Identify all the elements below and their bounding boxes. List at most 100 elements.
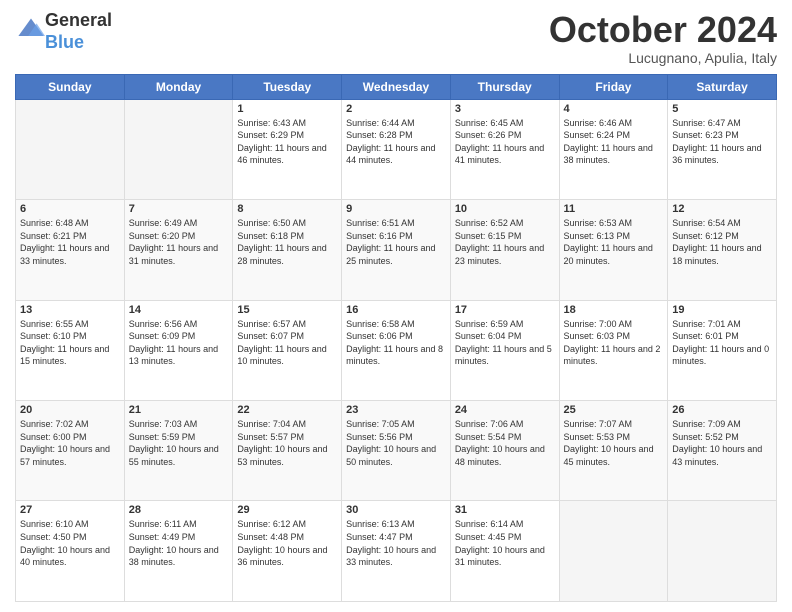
calendar-cell: 22 Sunrise: 7:04 AMSunset: 5:57 PMDaylig… [233,401,342,501]
calendar-cell: 29 Sunrise: 6:12 AMSunset: 4:48 PMDaylig… [233,501,342,602]
col-friday: Friday [559,74,668,99]
day-info: Sunrise: 7:09 AMSunset: 5:52 PMDaylight:… [672,418,772,468]
day-number: 22 [237,404,337,416]
day-number: 27 [20,504,120,516]
calendar-cell: 31 Sunrise: 6:14 AMSunset: 4:45 PMDaylig… [450,501,559,602]
day-info: Sunrise: 6:49 AMSunset: 6:20 PMDaylight:… [129,217,229,267]
day-number: 31 [455,504,555,516]
calendar-cell [16,99,125,199]
calendar-cell [559,501,668,602]
calendar-cell [668,501,777,602]
calendar-cell: 2 Sunrise: 6:44 AMSunset: 6:28 PMDayligh… [342,99,451,199]
col-tuesday: Tuesday [233,74,342,99]
day-number: 11 [564,203,664,215]
calendar-cell: 10 Sunrise: 6:52 AMSunset: 6:15 PMDaylig… [450,200,559,300]
day-number: 24 [455,404,555,416]
col-thursday: Thursday [450,74,559,99]
day-number: 4 [564,103,664,115]
day-info: Sunrise: 6:52 AMSunset: 6:15 PMDaylight:… [455,217,555,267]
day-info: Sunrise: 7:00 AMSunset: 6:03 PMDaylight:… [564,318,664,368]
day-number: 21 [129,404,229,416]
header: General Blue October 2024 Lucugnano, Apu… [15,10,777,66]
calendar-cell: 27 Sunrise: 6:10 AMSunset: 4:50 PMDaylig… [16,501,125,602]
day-number: 10 [455,203,555,215]
day-number: 23 [346,404,446,416]
day-info: Sunrise: 6:43 AMSunset: 6:29 PMDaylight:… [237,117,337,167]
day-info: Sunrise: 6:45 AMSunset: 6:26 PMDaylight:… [455,117,555,167]
day-info: Sunrise: 6:55 AMSunset: 6:10 PMDaylight:… [20,318,120,368]
day-number: 6 [20,203,120,215]
col-saturday: Saturday [668,74,777,99]
calendar-cell: 26 Sunrise: 7:09 AMSunset: 5:52 PMDaylig… [668,401,777,501]
day-info: Sunrise: 6:58 AMSunset: 6:06 PMDaylight:… [346,318,446,368]
calendar-cell: 23 Sunrise: 7:05 AMSunset: 5:56 PMDaylig… [342,401,451,501]
logo-blue-text: Blue [45,32,84,52]
calendar-table: Sunday Monday Tuesday Wednesday Thursday… [15,74,777,602]
calendar-cell: 14 Sunrise: 6:56 AMSunset: 6:09 PMDaylig… [124,300,233,400]
calendar-cell: 7 Sunrise: 6:49 AMSunset: 6:20 PMDayligh… [124,200,233,300]
day-info: Sunrise: 6:46 AMSunset: 6:24 PMDaylight:… [564,117,664,167]
calendar-week-row: 6 Sunrise: 6:48 AMSunset: 6:21 PMDayligh… [16,200,777,300]
calendar-cell: 3 Sunrise: 6:45 AMSunset: 6:26 PMDayligh… [450,99,559,199]
day-number: 2 [346,103,446,115]
day-info: Sunrise: 6:47 AMSunset: 6:23 PMDaylight:… [672,117,772,167]
col-monday: Monday [124,74,233,99]
day-info: Sunrise: 7:02 AMSunset: 6:00 PMDaylight:… [20,418,120,468]
day-number: 20 [20,404,120,416]
calendar-week-row: 20 Sunrise: 7:02 AMSunset: 6:00 PMDaylig… [16,401,777,501]
calendar-cell: 18 Sunrise: 7:00 AMSunset: 6:03 PMDaylig… [559,300,668,400]
day-number: 17 [455,304,555,316]
day-info: Sunrise: 6:44 AMSunset: 6:28 PMDaylight:… [346,117,446,167]
day-info: Sunrise: 7:05 AMSunset: 5:56 PMDaylight:… [346,418,446,468]
calendar-week-row: 13 Sunrise: 6:55 AMSunset: 6:10 PMDaylig… [16,300,777,400]
calendar-cell: 17 Sunrise: 6:59 AMSunset: 6:04 PMDaylig… [450,300,559,400]
calendar-header-row: Sunday Monday Tuesday Wednesday Thursday… [16,74,777,99]
calendar-cell: 25 Sunrise: 7:07 AMSunset: 5:53 PMDaylig… [559,401,668,501]
calendar-cell: 30 Sunrise: 6:13 AMSunset: 4:47 PMDaylig… [342,501,451,602]
calendar-cell: 16 Sunrise: 6:58 AMSunset: 6:06 PMDaylig… [342,300,451,400]
day-number: 29 [237,504,337,516]
day-number: 12 [672,203,772,215]
title-area: October 2024 Lucugnano, Apulia, Italy [549,10,777,66]
day-number: 9 [346,203,446,215]
calendar-cell: 19 Sunrise: 7:01 AMSunset: 6:01 PMDaylig… [668,300,777,400]
day-number: 8 [237,203,337,215]
page: General Blue October 2024 Lucugnano, Apu… [0,0,792,612]
calendar-cell: 5 Sunrise: 6:47 AMSunset: 6:23 PMDayligh… [668,99,777,199]
day-number: 1 [237,103,337,115]
day-info: Sunrise: 7:01 AMSunset: 6:01 PMDaylight:… [672,318,772,368]
day-info: Sunrise: 6:10 AMSunset: 4:50 PMDaylight:… [20,518,120,568]
month-title: October 2024 [549,10,777,50]
day-info: Sunrise: 6:56 AMSunset: 6:09 PMDaylight:… [129,318,229,368]
day-info: Sunrise: 6:11 AMSunset: 4:49 PMDaylight:… [129,518,229,568]
col-wednesday: Wednesday [342,74,451,99]
calendar-cell: 9 Sunrise: 6:51 AMSunset: 6:16 PMDayligh… [342,200,451,300]
day-info: Sunrise: 6:53 AMSunset: 6:13 PMDaylight:… [564,217,664,267]
day-number: 14 [129,304,229,316]
day-info: Sunrise: 7:07 AMSunset: 5:53 PMDaylight:… [564,418,664,468]
calendar-cell: 20 Sunrise: 7:02 AMSunset: 6:00 PMDaylig… [16,401,125,501]
col-sunday: Sunday [16,74,125,99]
calendar-cell: 6 Sunrise: 6:48 AMSunset: 6:21 PMDayligh… [16,200,125,300]
calendar-cell: 1 Sunrise: 6:43 AMSunset: 6:29 PMDayligh… [233,99,342,199]
location: Lucugnano, Apulia, Italy [549,50,777,66]
day-number: 5 [672,103,772,115]
day-number: 7 [129,203,229,215]
day-info: Sunrise: 7:04 AMSunset: 5:57 PMDaylight:… [237,418,337,468]
calendar-cell: 13 Sunrise: 6:55 AMSunset: 6:10 PMDaylig… [16,300,125,400]
day-info: Sunrise: 6:12 AMSunset: 4:48 PMDaylight:… [237,518,337,568]
calendar-cell: 28 Sunrise: 6:11 AMSunset: 4:49 PMDaylig… [124,501,233,602]
calendar-cell: 8 Sunrise: 6:50 AMSunset: 6:18 PMDayligh… [233,200,342,300]
logo-icon [17,15,45,43]
day-info: Sunrise: 6:50 AMSunset: 6:18 PMDaylight:… [237,217,337,267]
logo-general-text: General [45,10,112,30]
day-number: 26 [672,404,772,416]
day-info: Sunrise: 7:06 AMSunset: 5:54 PMDaylight:… [455,418,555,468]
calendar-cell: 21 Sunrise: 7:03 AMSunset: 5:59 PMDaylig… [124,401,233,501]
day-number: 13 [20,304,120,316]
day-info: Sunrise: 6:51 AMSunset: 6:16 PMDaylight:… [346,217,446,267]
day-number: 28 [129,504,229,516]
day-number: 30 [346,504,446,516]
day-number: 18 [564,304,664,316]
calendar-week-row: 1 Sunrise: 6:43 AMSunset: 6:29 PMDayligh… [16,99,777,199]
